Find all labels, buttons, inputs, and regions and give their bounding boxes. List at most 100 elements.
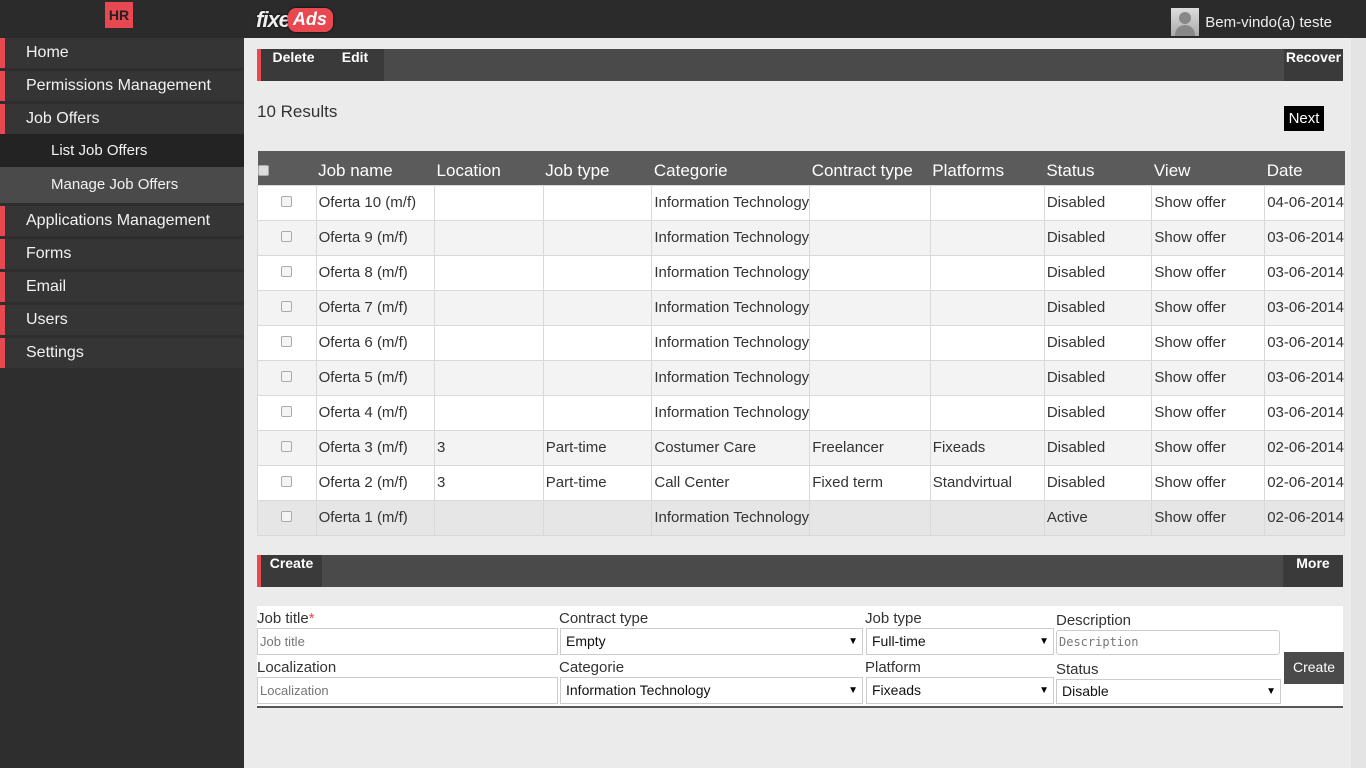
- page-scrollbar[interactable]: [1351, 38, 1366, 768]
- platform-cell: Standvirtual: [929, 464, 1045, 501]
- localization-input[interactable]: Localization: [257, 677, 558, 704]
- hr-logo[interactable]: HR: [105, 2, 133, 28]
- row-select-cell: [257, 359, 317, 396]
- show-offer-link[interactable]: Show offer: [1151, 429, 1266, 466]
- status-cell: Disabled: [1043, 359, 1153, 396]
- create-tab-button[interactable]: Create: [261, 555, 322, 587]
- contract-type-cell: Freelancer: [809, 429, 931, 466]
- sidebar-item-applications[interactable]: Applications Management: [0, 206, 244, 236]
- col-location[interactable]: Location: [434, 151, 544, 185]
- table-row[interactable]: Oferta 4 (m/f) Information Technology Disa…: [257, 394, 1345, 431]
- job-title-input[interactable]: Job title: [257, 628, 558, 655]
- categorie-cell: Information Technology: [651, 254, 811, 291]
- table-row[interactable]: Oferta 7 (m/f) Information Technology Disa…: [257, 289, 1345, 326]
- sidebar-subitem-manage-job-offers[interactable]: Manage Job Offers: [0, 167, 244, 203]
- categorie-cell: Information Technology: [651, 499, 811, 536]
- job-offers-table: Job name Location Job type Categorie Con…: [257, 151, 1345, 536]
- status-cell: Disabled: [1043, 464, 1153, 501]
- sidebar-item-forms[interactable]: Forms: [0, 239, 244, 269]
- categorie-cell: Information Technology: [651, 359, 811, 396]
- table-row[interactable]: Oferta 10 (m/f) Information Technology Dis…: [257, 184, 1345, 221]
- location-cell: [434, 219, 544, 256]
- col-job-type[interactable]: Job type: [543, 151, 652, 185]
- date-cell: 03-06-2014: [1264, 324, 1345, 361]
- sidebar-item-permissions[interactable]: Permissions Management: [0, 71, 244, 101]
- show-offer-link[interactable]: Show offer: [1151, 254, 1266, 291]
- select-all-checkbox[interactable]: [257, 164, 269, 176]
- table-row[interactable]: Oferta 6 (m/f) Information Technology Disa…: [257, 324, 1345, 361]
- sidebar-item-job-offers[interactable]: Job Offers: [0, 104, 244, 134]
- delete-button[interactable]: Delete: [261, 49, 326, 81]
- create-submit-button[interactable]: Create: [1284, 652, 1344, 684]
- col-platforms[interactable]: Platforms: [930, 151, 1045, 185]
- sidebar-item-email[interactable]: Email: [0, 272, 244, 302]
- location-cell: 3: [434, 464, 544, 501]
- row-checkbox[interactable]: [281, 336, 293, 347]
- job-name-cell: Oferta 1 (m/f): [315, 499, 436, 536]
- show-offer-link[interactable]: Show offer: [1151, 324, 1266, 361]
- job-name-cell: Oferta 7 (m/f): [315, 289, 436, 326]
- col-job-name[interactable]: Job name: [316, 151, 435, 185]
- edit-button[interactable]: Edit: [326, 49, 384, 81]
- sidebar-item-users[interactable]: Users: [0, 305, 244, 335]
- status-select[interactable]: Disable ▼: [1056, 679, 1281, 704]
- sidebar-item-home[interactable]: Home: [0, 38, 244, 68]
- status-cell: Disabled: [1043, 289, 1153, 326]
- row-checkbox[interactable]: [281, 476, 293, 487]
- description-input[interactable]: Description: [1056, 630, 1280, 655]
- col-view[interactable]: View: [1151, 151, 1265, 185]
- show-offer-link[interactable]: Show offer: [1151, 289, 1266, 326]
- row-select-cell: [257, 464, 317, 501]
- row-checkbox[interactable]: [281, 441, 293, 452]
- date-cell: 03-06-2014: [1264, 394, 1345, 431]
- categorie-select[interactable]: Information Technology ▼: [560, 677, 863, 704]
- row-select-cell: [257, 429, 317, 466]
- table-row[interactable]: Oferta 2 (m/f) 3 Part-time Call Center Fixed…: [257, 464, 1345, 501]
- sidebar-subitem-list-job-offers[interactable]: List Job Offers: [0, 134, 244, 167]
- contract-type-label: Contract type: [559, 610, 649, 627]
- table-row[interactable]: Oferta 3 (m/f) 3 Part-time Costumer Care Fre…: [257, 429, 1345, 466]
- show-offer-link[interactable]: Show offer: [1151, 219, 1266, 256]
- show-offer-link[interactable]: Show offer: [1151, 464, 1266, 501]
- row-checkbox[interactable]: [281, 301, 293, 312]
- next-button[interactable]: Next: [1284, 106, 1324, 131]
- contract-type-value: Empty: [566, 633, 606, 649]
- job-name-cell: Oferta 3 (m/f): [315, 429, 436, 466]
- table-row[interactable]: Oferta 9 (m/f) Information Technology Disa…: [257, 219, 1345, 256]
- col-date[interactable]: Date: [1264, 151, 1345, 185]
- col-categorie[interactable]: Categorie: [651, 151, 810, 185]
- brand-suffix: Ads: [287, 8, 333, 32]
- row-checkbox[interactable]: [281, 196, 293, 207]
- show-offer-link[interactable]: Show offer: [1151, 359, 1266, 396]
- sidebar-item-settings[interactable]: Settings: [0, 338, 244, 368]
- show-offer-link[interactable]: Show offer: [1151, 184, 1266, 221]
- brand-logo[interactable]: fixe Ads: [256, 6, 333, 34]
- job-name-cell: Oferta 9 (m/f): [315, 219, 436, 256]
- platform-cell: [929, 359, 1045, 396]
- contract-type-select[interactable]: Empty ▼: [560, 628, 863, 655]
- recover-button[interactable]: Recover: [1284, 49, 1343, 81]
- row-checkbox[interactable]: [281, 371, 293, 382]
- user-menu[interactable]: Bem-vindo(a) teste: [1171, 8, 1332, 36]
- location-cell: [434, 254, 544, 291]
- col-status[interactable]: Status: [1044, 151, 1152, 185]
- row-checkbox[interactable]: [281, 511, 293, 522]
- date-cell: 03-06-2014: [1264, 359, 1345, 396]
- dropdown-arrow-icon: ▼: [1266, 686, 1276, 697]
- location-cell: [434, 499, 544, 536]
- show-offer-link[interactable]: Show offer: [1151, 394, 1266, 431]
- platform-select[interactable]: Fixeads ▼: [866, 677, 1054, 704]
- row-select-cell: [257, 289, 317, 326]
- row-checkbox[interactable]: [281, 406, 293, 417]
- row-checkbox[interactable]: [281, 231, 293, 242]
- more-button[interactable]: More: [1283, 555, 1343, 587]
- sidebar: Home Permissions Management Job Offers L…: [0, 38, 244, 768]
- row-checkbox[interactable]: [281, 266, 293, 277]
- table-row[interactable]: Oferta 1 (m/f) Information Technology Acti…: [257, 499, 1345, 536]
- table-row[interactable]: Oferta 5 (m/f) Information Technology Disa…: [257, 359, 1345, 396]
- job-type-cell: [542, 394, 653, 431]
- col-contract-type[interactable]: Contract type: [809, 151, 931, 185]
- show-offer-link[interactable]: Show offer: [1151, 499, 1266, 536]
- job-type-select[interactable]: Full-time ▼: [866, 628, 1054, 655]
- table-row[interactable]: Oferta 8 (m/f) Information Technology Disa…: [257, 254, 1345, 291]
